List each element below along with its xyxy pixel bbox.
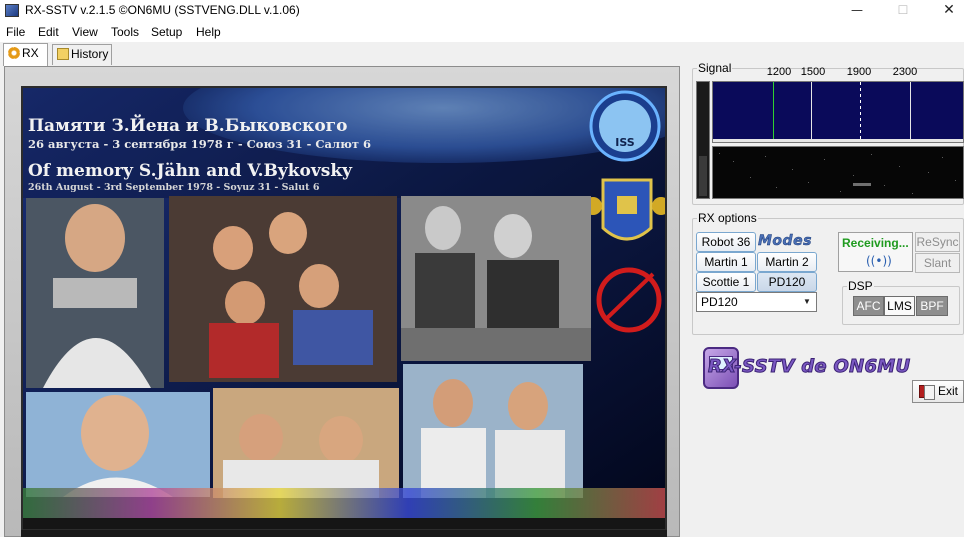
marker-2300 bbox=[910, 82, 911, 142]
menu-help[interactable]: Help bbox=[196, 25, 221, 39]
tab-rx-label: RX bbox=[22, 46, 39, 60]
mode-button-martin2[interactable]: Martin 2 bbox=[757, 252, 817, 272]
marker-1900 bbox=[860, 82, 861, 142]
resync-button[interactable]: ReSync bbox=[915, 232, 960, 252]
waterfall-noise bbox=[719, 153, 956, 194]
image-title-en: Of memory S.Jähn and V.Bykovsky bbox=[28, 161, 353, 181]
lms-toggle[interactable]: LMS bbox=[884, 296, 915, 316]
waterfall-display bbox=[712, 146, 964, 199]
mode-button-robot36[interactable]: Robot 36 bbox=[696, 232, 756, 252]
exit-label: Exit bbox=[938, 384, 959, 398]
iss-badge: ISS bbox=[589, 90, 661, 162]
signal-noise-band bbox=[23, 488, 665, 518]
receiving-status: Receiving... bbox=[842, 236, 909, 250]
rx-options-label: RX options bbox=[698, 211, 757, 225]
gear-icon bbox=[8, 47, 20, 59]
iss-badge-text: ISS bbox=[615, 136, 635, 149]
mode-select-value: PD120 bbox=[701, 295, 738, 309]
receiving-status-box: Receiving... ((•)) bbox=[838, 232, 913, 272]
spectrum-display bbox=[712, 81, 964, 143]
photo-cosmonaut-portrait bbox=[26, 198, 164, 388]
sync-marker-1200 bbox=[773, 82, 774, 142]
signal-frequency-axis: 1200 1500 1900 2300 bbox=[712, 66, 964, 80]
tab-rx[interactable]: RX bbox=[3, 43, 48, 66]
menu-tools[interactable]: Tools bbox=[111, 25, 139, 39]
bpf-toggle[interactable]: BPF bbox=[916, 296, 948, 316]
app-icon bbox=[5, 4, 19, 17]
mode-button-martin1[interactable]: Martin 1 bbox=[696, 252, 756, 272]
window-title: RX-SSTV v.2.1.5 ©ON6MU (SSTVENG.DLL v.1.… bbox=[25, 3, 300, 17]
close-button[interactable]: ✕ bbox=[926, 0, 964, 22]
mode-select[interactable]: PD120 ▼ bbox=[696, 292, 817, 312]
signal-level-fill bbox=[699, 156, 707, 196]
received-image-panel: Памяти З.Йена и В.Быковского 26 августа … bbox=[21, 86, 667, 531]
image-title-ru: Памяти З.Йена и В.Быковского bbox=[28, 114, 347, 136]
photo-crew-in-suits bbox=[213, 388, 399, 498]
chevron-down-icon[interactable]: ▼ bbox=[800, 294, 814, 310]
menu-setup[interactable]: Setup bbox=[151, 25, 182, 39]
freq-label-1200: 1200 bbox=[766, 66, 792, 78]
maximize-button[interactable]: ☐ bbox=[880, 0, 926, 22]
dsp-label: DSP bbox=[848, 279, 873, 293]
signal-level-meter bbox=[696, 81, 710, 199]
freq-label-1900: 1900 bbox=[846, 66, 872, 78]
exit-door-icon bbox=[919, 385, 935, 400]
received-sstv-image: Памяти З.Йена и В.Быковского 26 августа … bbox=[23, 88, 665, 529]
tab-history-label: History bbox=[71, 47, 109, 61]
photo-elderly-man bbox=[26, 392, 210, 497]
signal-waves-icon: ((•)) bbox=[866, 254, 892, 268]
mode-button-scottie1[interactable]: Scottie 1 bbox=[696, 272, 756, 292]
spectrum-baseline bbox=[713, 139, 963, 142]
freq-label-1500: 1500 bbox=[800, 66, 826, 78]
menu-view[interactable]: View bbox=[72, 25, 98, 39]
mode-button-pd120[interactable]: PD120 bbox=[757, 272, 817, 292]
image-subtitle-ru: 26 августа - 3 сентября 1978 г - Союз 31… bbox=[28, 137, 371, 151]
marker-1500 bbox=[811, 82, 812, 142]
photo-officials bbox=[401, 196, 591, 361]
photo-two-cosmonauts bbox=[403, 364, 583, 498]
image-subtitle-en: 26th August - 3rd September 1978 - Soyuz… bbox=[28, 182, 320, 193]
exit-button[interactable]: Exit bbox=[912, 380, 964, 403]
afc-toggle[interactable]: AFC bbox=[853, 296, 884, 316]
tab-history[interactable]: History bbox=[52, 44, 112, 65]
modes-logo: Modes bbox=[758, 233, 812, 250]
history-folder-icon bbox=[57, 48, 69, 60]
image-bottom-strip bbox=[21, 530, 667, 537]
logo-text: RX-SSTV de ON6MU bbox=[707, 356, 911, 378]
photo-crew-group bbox=[169, 196, 397, 382]
menu-edit[interactable]: Edit bbox=[38, 25, 59, 39]
title-bar: RX-SSTV v.2.1.5 ©ON6MU (SSTVENG.DLL v.1.… bbox=[0, 0, 964, 22]
image-display-area: Памяти З.Йена и В.Быковского 26 августа … bbox=[4, 66, 680, 537]
menu-bar: File Edit View Tools Setup Help bbox=[0, 22, 964, 42]
rx-sstv-logo: RX-SSTV de ON6MU bbox=[703, 343, 911, 391]
minimize-button[interactable]: — bbox=[834, 0, 880, 22]
freq-label-2300: 2300 bbox=[892, 66, 918, 78]
slant-button[interactable]: Slant bbox=[915, 253, 960, 273]
menu-file[interactable]: File bbox=[6, 25, 25, 39]
